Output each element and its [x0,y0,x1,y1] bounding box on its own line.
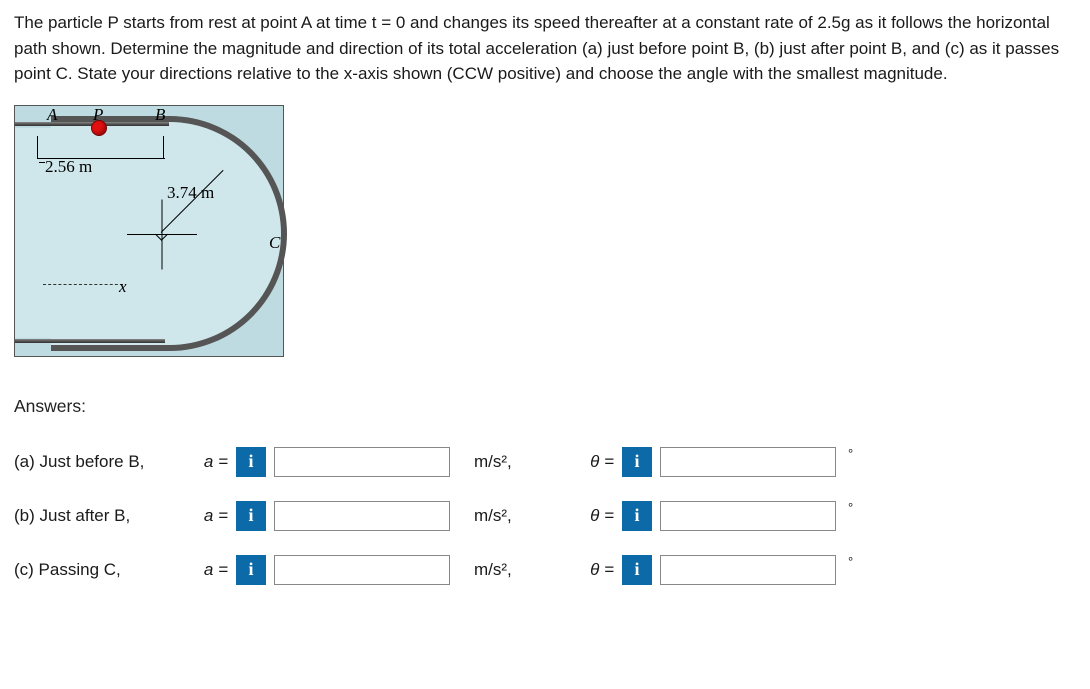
info-icon[interactable]: i [236,555,266,585]
degree-icon: ° [848,498,853,518]
answer-row-c: (c) Passing C, a = i m/s², θ = i ° [14,555,1076,585]
unit-c: m/s², [458,557,570,583]
answer-row-a: (a) Just before B, a = i m/s², θ = i ° [14,447,1076,477]
unit-b: m/s², [458,503,570,529]
info-icon[interactable]: i [236,501,266,531]
info-icon[interactable]: i [622,555,652,585]
diagram-label-c: C [269,230,280,256]
input-b-magnitude[interactable] [274,501,450,531]
row-label: (c) Passing C, [14,557,184,583]
input-a-magnitude[interactable] [274,447,450,477]
info-icon[interactable]: i [622,447,652,477]
theta-symbol: θ = [578,557,614,583]
answer-row-b: (b) Just after B, a = i m/s², θ = i ° [14,501,1076,531]
input-c-angle[interactable] [660,555,836,585]
input-c-magnitude[interactable] [274,555,450,585]
a-symbol: a = [192,503,228,529]
degree-icon: ° [848,444,853,464]
input-b-angle[interactable] [660,501,836,531]
x-axis-label: x [119,274,127,300]
answers-heading: Answers: [14,393,1076,419]
radius-label: 3.74 m [167,180,214,206]
theta-symbol: θ = [578,503,614,529]
diagram-label-a: A [47,102,57,128]
input-a-angle[interactable] [660,447,836,477]
row-label: (a) Just before B, [14,449,184,475]
a-symbol: a = [192,449,228,475]
row-label: (b) Just after B, [14,503,184,529]
degree-icon: ° [848,552,853,572]
path-diagram: A P B C 2.56 m 3.74 m x [14,105,284,357]
particle-p-icon [91,120,107,136]
problem-statement: The particle P starts from rest at point… [14,10,1074,87]
info-icon[interactable]: i [622,501,652,531]
dimension-ab: 2.56 m [45,154,92,180]
a-symbol: a = [192,557,228,583]
info-icon[interactable]: i [236,447,266,477]
diagram-label-b: B [155,102,165,128]
theta-symbol: θ = [578,449,614,475]
unit-a: m/s², [458,449,570,475]
